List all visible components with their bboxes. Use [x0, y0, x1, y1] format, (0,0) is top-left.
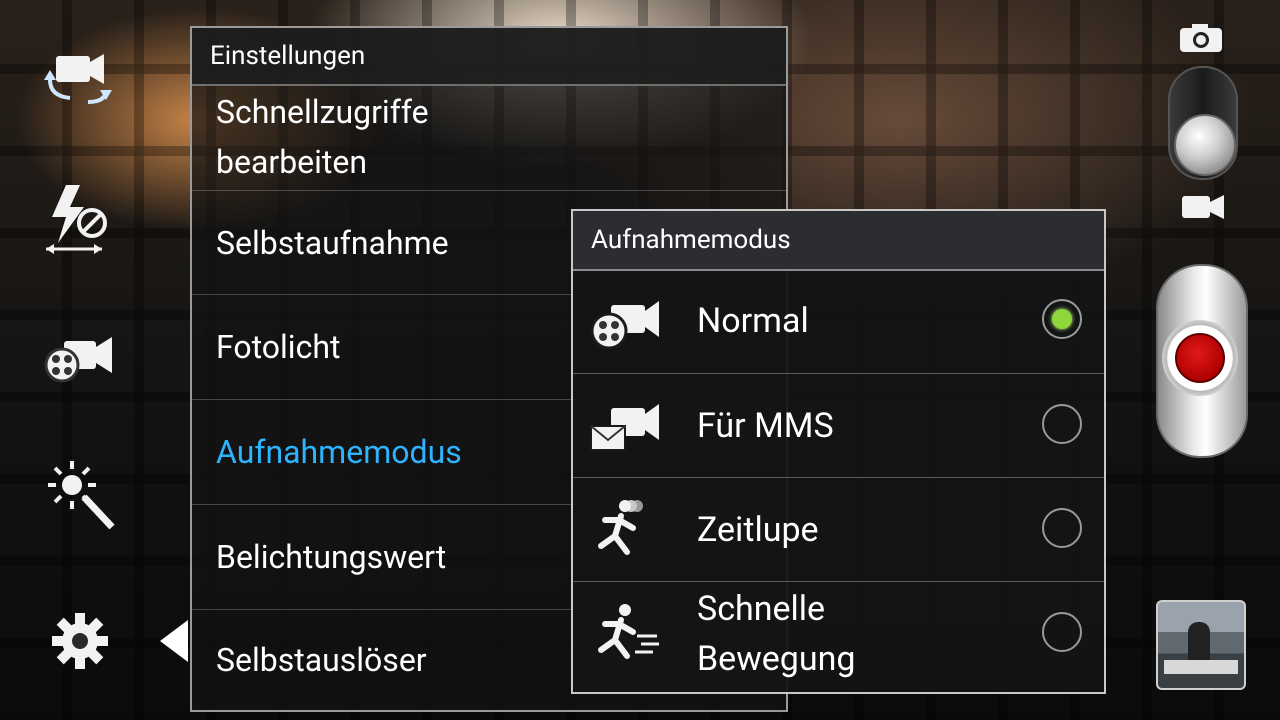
popup-title: Aufnahmemodus [573, 211, 1104, 271]
settings-item-label: Belichtungswert [216, 538, 447, 576]
record-dot-icon [1175, 333, 1225, 383]
settings-pointer-arrow [160, 620, 188, 662]
recording-mode-icon[interactable] [38, 322, 122, 392]
thumbnail-image-detail [1164, 660, 1238, 674]
settings-item-label: Aufnahmemodus [216, 433, 462, 471]
switch-camera-icon[interactable] [38, 42, 122, 112]
slow-motion-icon [587, 496, 663, 564]
option-normal[interactable]: Normal [573, 269, 1104, 373]
settings-title: Einstellungen [192, 28, 786, 86]
right-control-bar [1140, 0, 1280, 720]
mode-switch-knob[interactable] [1174, 114, 1236, 176]
radio-mms[interactable] [1042, 404, 1082, 444]
thumbnail-image [1188, 622, 1210, 662]
option-label: Normal [697, 301, 809, 341]
option-fast-motion[interactable]: Schnelle Bewegung [573, 581, 1104, 685]
video-icon [1180, 192, 1226, 222]
settings-item-label: Selbstauslöser [216, 641, 427, 679]
option-label-line: Schnelle [697, 589, 826, 629]
left-control-bar [0, 0, 160, 720]
radio-slow-motion[interactable] [1042, 508, 1082, 548]
radio-fast-motion[interactable] [1042, 612, 1082, 652]
option-label: Zeitlupe [697, 510, 819, 550]
settings-item-quick-access[interactable]: Schnellzugriffe bearbeiten [192, 84, 786, 190]
option-label-line: Bewegung [697, 639, 856, 679]
video-normal-icon [587, 287, 663, 355]
option-label: Schnelle Bewegung [697, 582, 856, 686]
recording-mode-popup: Aufnahmemodus Normal Für MMS Zeitlupe Sc… [571, 209, 1106, 694]
camera-icon[interactable] [1178, 22, 1224, 54]
flash-off-icon[interactable] [38, 185, 122, 256]
option-slow-motion[interactable]: Zeitlupe [573, 477, 1104, 581]
settings-item-label: Schnellzugriffe [216, 93, 429, 131]
gallery-thumbnail[interactable] [1156, 600, 1246, 690]
settings-item-label: Selbstaufnahme [216, 223, 449, 262]
video-mms-icon [587, 392, 663, 460]
settings-gear-icon[interactable] [38, 606, 122, 676]
option-mms[interactable]: Für MMS [573, 373, 1104, 477]
settings-item-label: bearbeiten [216, 143, 368, 181]
radio-normal[interactable] [1042, 299, 1082, 339]
fast-motion-icon [587, 600, 663, 668]
option-label: Für MMS [697, 406, 834, 446]
mode-switch[interactable] [1168, 66, 1238, 180]
effects-icon[interactable] [38, 460, 122, 530]
record-button[interactable] [1162, 320, 1238, 396]
settings-item-label: Fotolicht [216, 328, 341, 366]
